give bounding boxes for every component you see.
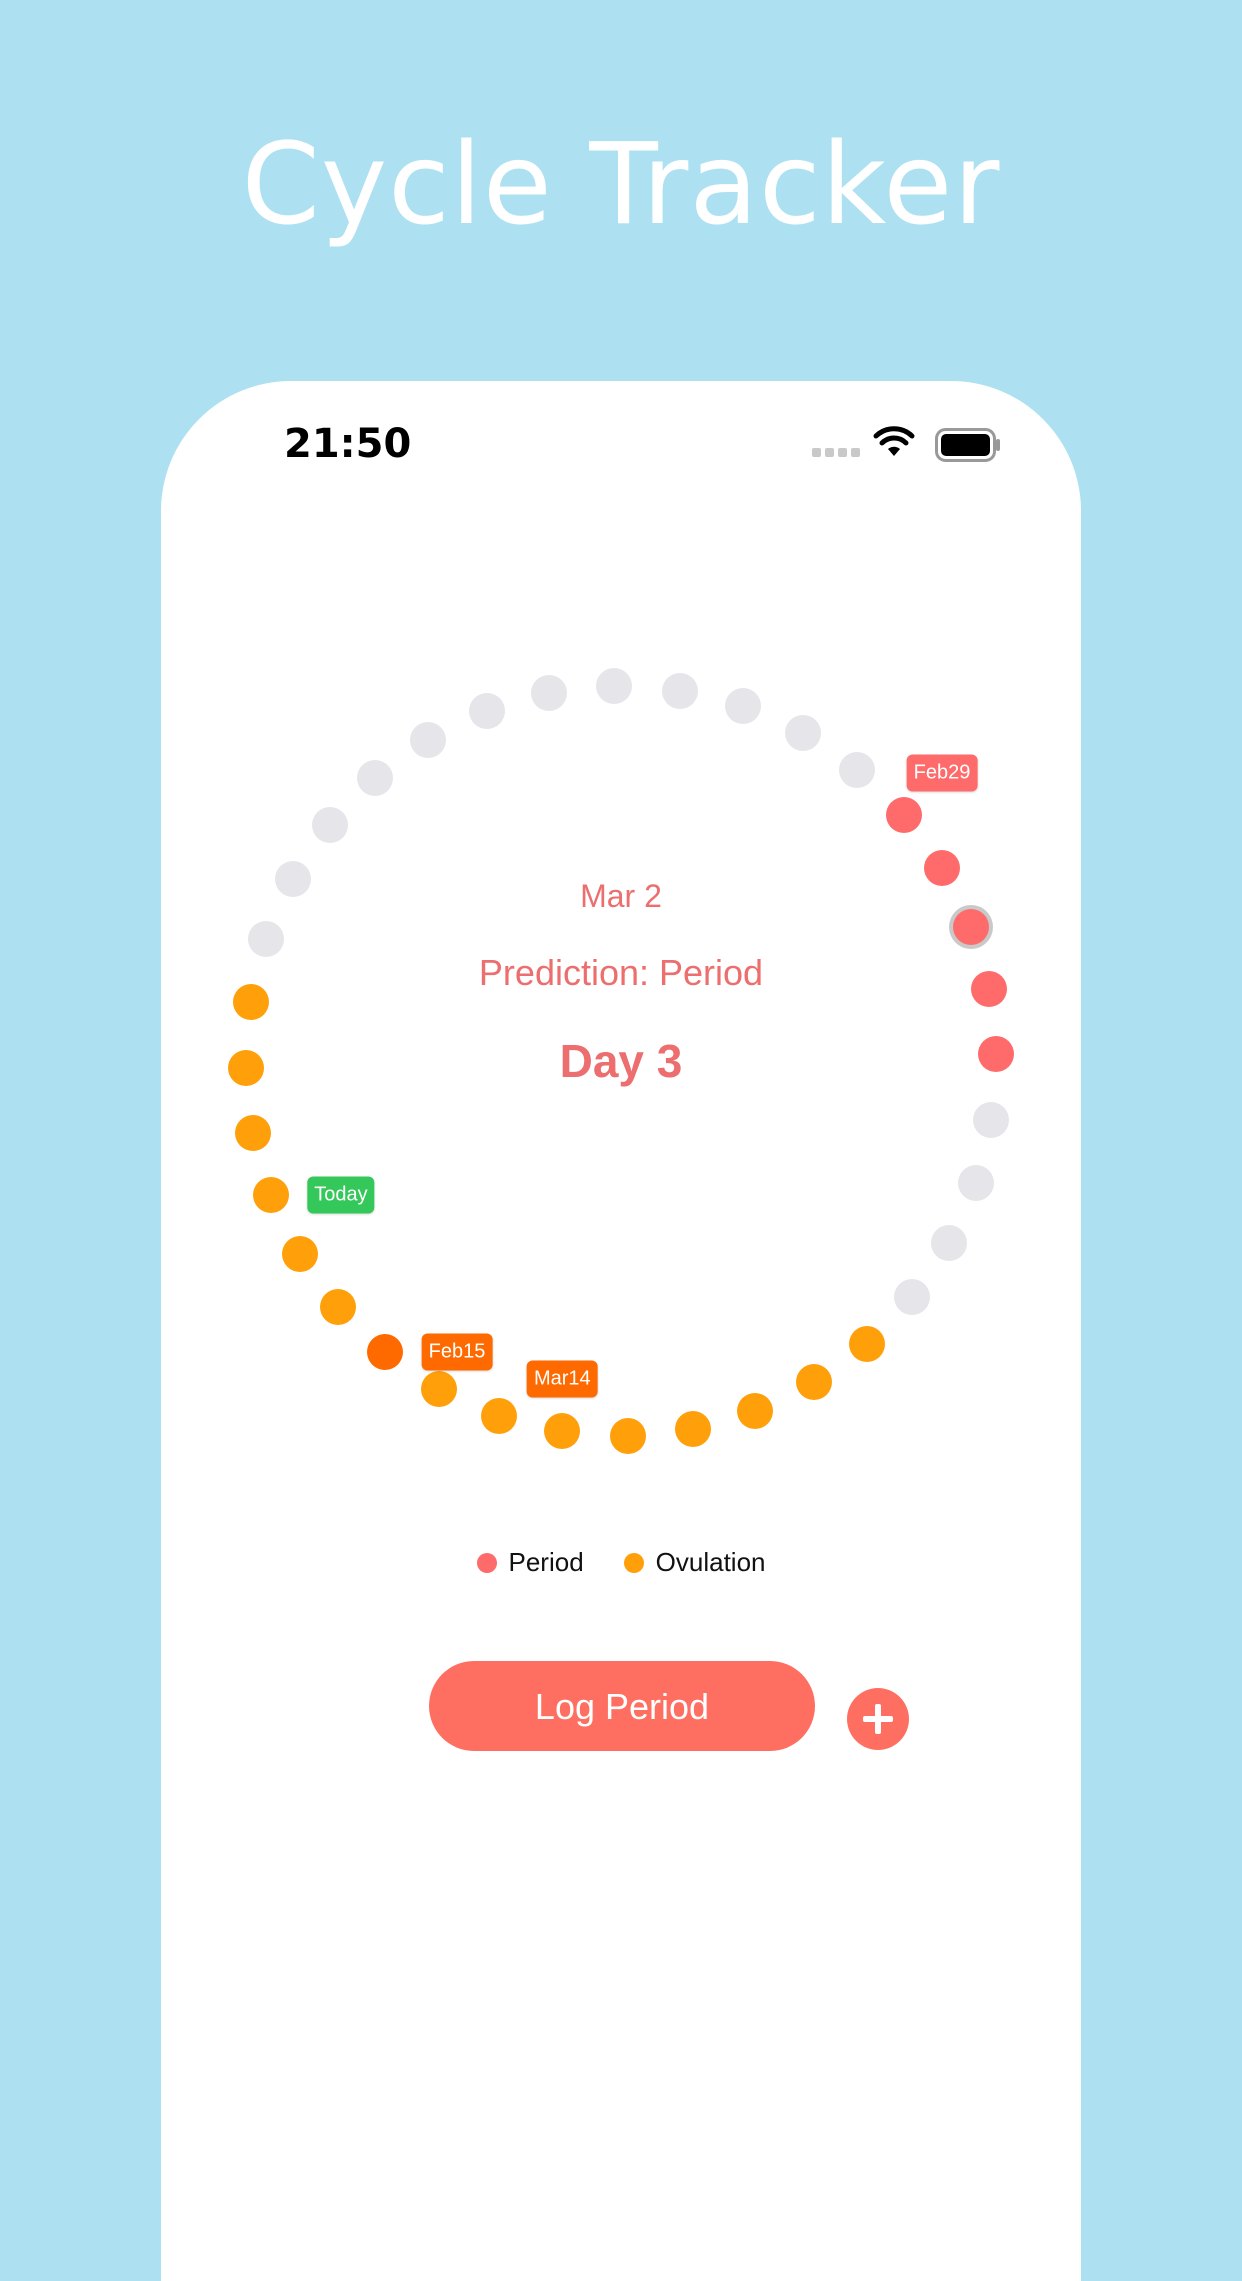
- cycle-day-dot[interactable]: [319, 1289, 356, 1326]
- cycle-day-dot[interactable]: [609, 1417, 646, 1454]
- date-tag: Feb15: [421, 1333, 493, 1371]
- cycle-day-dot[interactable]: [674, 1411, 711, 1448]
- selected-date: Mar 2: [580, 878, 662, 914]
- cycle-day-dot[interactable]: [234, 1114, 271, 1151]
- cycle-day-dot[interactable]: [531, 674, 568, 711]
- cycle-day-dot[interactable]: [849, 1326, 886, 1363]
- log-period-button[interactable]: Log Period: [429, 1661, 815, 1751]
- cycle-day-dot[interactable]: [544, 1413, 581, 1450]
- date-tag: Feb29: [906, 754, 978, 792]
- phone-screen: 21:50 Feb29 Mar14 Feb15 Today Mar 2 Predict…: [161, 381, 1081, 2281]
- plus-icon: [863, 1704, 893, 1734]
- add-button[interactable]: [847, 1688, 909, 1750]
- date-tag: Today: [307, 1176, 375, 1214]
- cycle-day-dot[interactable]: [737, 1393, 774, 1430]
- cycle-day-dot[interactable]: [409, 721, 446, 758]
- cycle-day: Day 3: [559, 1035, 683, 1087]
- cycle-day-dot[interactable]: [252, 1177, 289, 1214]
- cycle-day-dot[interactable]: [596, 668, 633, 705]
- legend: Period Ovulation: [161, 1547, 1081, 1578]
- cycle-ring: Feb29 Mar14 Feb15 Today: [161, 381, 1081, 1681]
- cycle-day-dot[interactable]: [838, 751, 875, 788]
- prediction-text: Prediction: Period: [478, 952, 764, 993]
- ovulation-swatch-icon: [623, 1552, 644, 1573]
- cycle-day-dot[interactable]: [725, 688, 762, 725]
- cycle-day-dot[interactable]: [281, 1236, 318, 1273]
- cycle-day-dot[interactable]: [796, 1364, 833, 1401]
- cycle-day-dot[interactable]: [356, 759, 393, 796]
- cycle-day-dot[interactable]: [894, 1278, 931, 1315]
- promo-title: Cycle Tracker: [241, 120, 1001, 250]
- cycle-day-dot[interactable]: [311, 807, 348, 843]
- cycle-day-dot[interactable]: [784, 715, 821, 752]
- cycle-day-dot[interactable]: [480, 1397, 517, 1434]
- cycle-day-dot[interactable]: [973, 1101, 1010, 1138]
- cycle-day-dot[interactable]: [930, 1224, 967, 1261]
- legend-period-label: Period: [508, 1547, 584, 1577]
- cycle-day-dot[interactable]: [661, 672, 698, 709]
- legend-item-period: Period: [476, 1547, 584, 1578]
- cycle-day-dot[interactable]: [957, 1165, 994, 1202]
- cycle-day-dot[interactable]: [367, 1334, 403, 1371]
- date-tag: Mar14: [526, 1360, 598, 1398]
- legend-ovulation-label: Ovulation: [655, 1547, 766, 1577]
- cycle-day-dot[interactable]: [886, 796, 923, 833]
- legend-item-ovulation: Ovulation: [623, 1547, 766, 1578]
- cycle-day-dot[interactable]: [468, 692, 505, 729]
- period-swatch-icon: [476, 1552, 497, 1573]
- cycle-day-dot[interactable]: [421, 1370, 458, 1407]
